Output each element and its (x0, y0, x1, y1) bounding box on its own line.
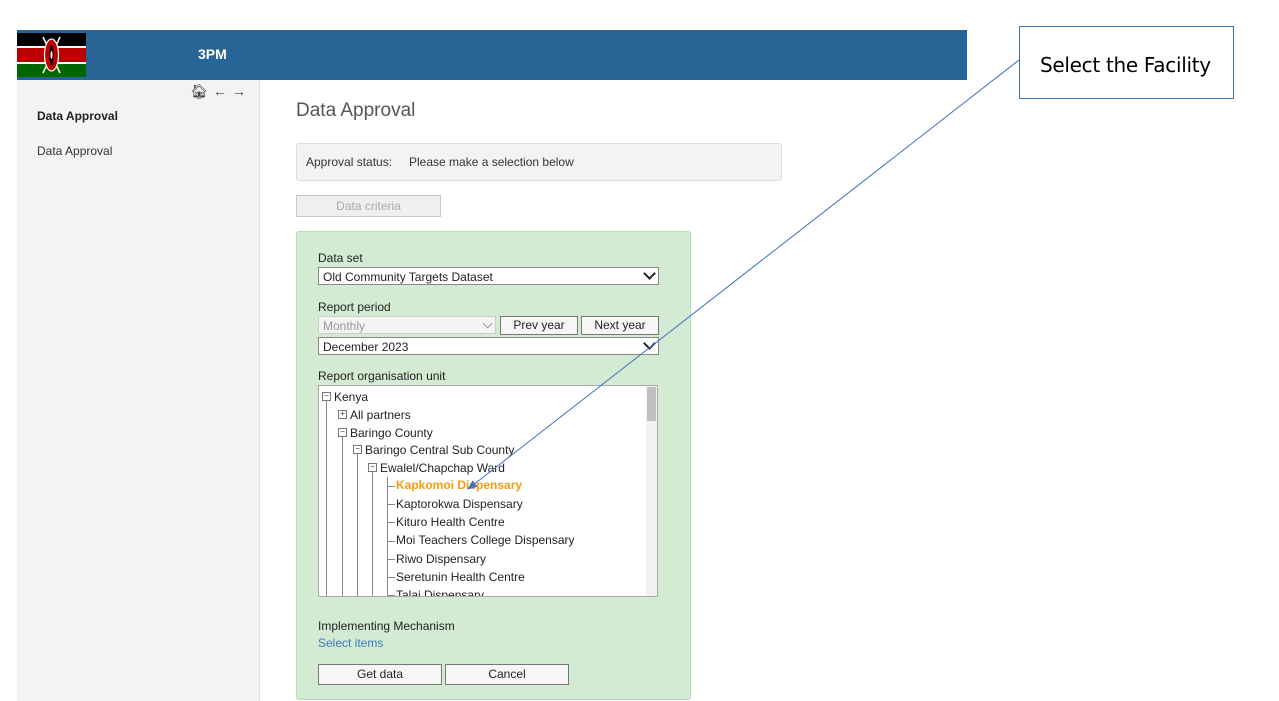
kenya-flag-logo (17, 33, 86, 77)
approval-status-label: Approval status: (306, 155, 393, 169)
approval-status-box: Approval status: Please make a selection… (296, 143, 782, 181)
collapse-toggle-icon[interactable]: − (368, 463, 377, 472)
collapse-toggle-icon[interactable]: − (338, 428, 347, 437)
chevron-down-icon (482, 318, 493, 329)
get-data-button[interactable]: Get data (318, 664, 442, 685)
tree-node-riwo[interactable]: Riwo Dispensary (396, 552, 486, 566)
select-items-link[interactable]: Select items (318, 636, 383, 650)
annotation-callout: Select the Facility (1019, 26, 1234, 99)
sidebar-heading: Data Approval (37, 109, 118, 123)
chevron-down-icon (643, 337, 656, 350)
tree-line (387, 595, 395, 596)
tree-node-ewalel-ward[interactable]: Ewalel/Chapchap Ward (380, 461, 505, 475)
scrollbar-thumb[interactable] (647, 387, 656, 421)
tree-line (342, 433, 343, 596)
tree-node-all-partners[interactable]: All partners (350, 408, 411, 422)
tree-node-seretunin[interactable]: Seretunin Health Centre (396, 570, 525, 584)
sidebar: 🏠︎←→ Data Approval Data Approval (17, 80, 260, 701)
collapse-toggle-icon[interactable]: − (322, 392, 331, 401)
data-criteria-button[interactable]: Data criteria (296, 195, 441, 217)
criteria-panel: Data set Old Community Targets Dataset R… (296, 231, 691, 700)
arrow-right-icon[interactable]: → (232, 83, 251, 99)
mechanism-label: Implementing Mechanism (318, 619, 455, 633)
dataset-label: Data set (318, 251, 363, 265)
home-icon[interactable]: 🏠︎ (190, 83, 213, 99)
app-title: 3PM (198, 46, 227, 62)
dataset-value: Old Community Targets Dataset (323, 270, 493, 284)
cancel-button[interactable]: Cancel (445, 664, 569, 685)
collapse-toggle-icon[interactable]: − (353, 445, 362, 454)
arrow-left-icon[interactable]: ← (213, 83, 232, 99)
expand-toggle-icon[interactable]: + (338, 410, 347, 419)
chevron-down-icon (643, 267, 656, 280)
tree-node-baringo-county[interactable]: Baringo County (350, 426, 433, 440)
tree-line (357, 451, 358, 596)
app-window: 3PM 🏠︎←→ Data Approval Data Approval Dat… (17, 30, 967, 701)
orgunit-label: Report organisation unit (318, 369, 446, 383)
annotation-text: Select the Facility (1040, 53, 1211, 77)
tree-line (326, 398, 327, 596)
top-bar: 3PM (17, 30, 967, 80)
tree-node-baringo-central[interactable]: Baringo Central Sub County (365, 443, 514, 457)
tree-line (387, 522, 395, 523)
prev-year-button[interactable]: Prev year (500, 316, 578, 335)
period-type-value: Monthly (323, 319, 366, 333)
tree-node-moi-teachers[interactable]: Moi Teachers College Dispensary (396, 533, 575, 547)
tree-scrollbar[interactable] (646, 386, 657, 596)
orgunit-tree[interactable]: − Kenya + All partners − Baringo County … (318, 385, 658, 597)
main-content: Data Approval Approval status: Please ma… (259, 80, 967, 701)
tree-line (387, 577, 395, 578)
page-title: Data Approval (296, 100, 416, 121)
tree-line (387, 477, 388, 596)
period-type-select[interactable]: Monthly (318, 316, 496, 334)
tree-line (387, 486, 395, 487)
approval-status-value: Please make a selection below (409, 155, 574, 169)
dataset-select[interactable]: Old Community Targets Dataset (318, 267, 659, 285)
tree-line (372, 468, 373, 596)
sidebar-nav: 🏠︎←→ (190, 83, 251, 100)
tree-node-talai[interactable]: Talai Dispensary (396, 588, 484, 596)
next-year-button[interactable]: Next year (581, 316, 659, 335)
tree-line (387, 504, 395, 505)
tree-node-kenya[interactable]: Kenya (334, 390, 368, 404)
tree-node-kituro[interactable]: Kituro Health Centre (396, 515, 505, 529)
period-value: December 2023 (323, 340, 409, 354)
tree-line (387, 559, 395, 560)
period-label: Report period (318, 300, 391, 314)
period-select[interactable]: December 2023 (318, 337, 659, 355)
tree-node-kapkomoi[interactable]: Kapkomoi Dispensary (396, 478, 522, 492)
sidebar-item-data-approval[interactable]: Data Approval (37, 144, 112, 158)
tree-node-kaptorokwa[interactable]: Kaptorokwa Dispensary (396, 497, 523, 511)
tree-line (387, 541, 395, 542)
